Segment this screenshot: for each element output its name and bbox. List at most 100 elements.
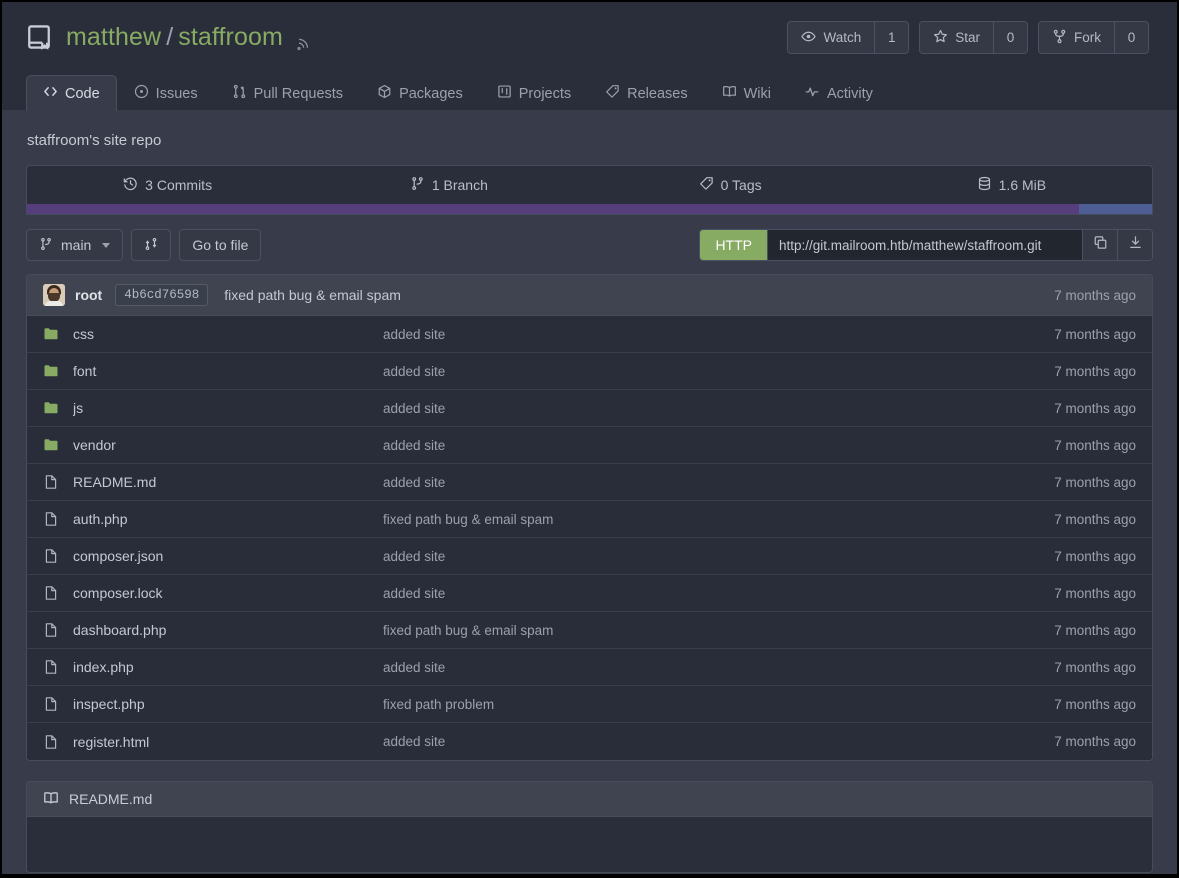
file-icon xyxy=(43,511,61,527)
stat-commits[interactable]: 3 Commits xyxy=(27,166,308,204)
star-count[interactable]: 0 xyxy=(993,22,1027,53)
stat-branches[interactable]: 1 Branch xyxy=(308,166,589,204)
file-name-link[interactable]: README.md xyxy=(73,474,383,490)
file-name-link[interactable]: composer.json xyxy=(73,548,383,564)
file-commit-message[interactable]: fixed path bug & email spam xyxy=(383,512,1054,527)
file-icon xyxy=(43,659,61,675)
tab-packages-label: Packages xyxy=(399,85,463,102)
tab-wiki[interactable]: Wiki xyxy=(705,75,788,111)
repo-stats-bar: 3 Commits 1 Branch 0 Tags 1.6 MiB xyxy=(26,165,1153,215)
table-row[interactable]: inspect.php fixed path problem 7 months ag… xyxy=(27,686,1152,723)
table-row[interactable]: index.php added site 7 months ago xyxy=(27,649,1152,686)
project-board-icon xyxy=(497,84,512,103)
repo-name-link[interactable]: staffroom xyxy=(178,23,283,52)
file-name-link[interactable]: css xyxy=(73,326,383,342)
tab-activity[interactable]: Activity xyxy=(788,75,890,111)
commit-message[interactable]: fixed path bug & email spam xyxy=(224,287,1054,303)
copy-icon xyxy=(1093,235,1108,255)
file-commit-message[interactable]: fixed path bug & email spam xyxy=(383,623,1054,638)
star-button[interactable]: Star xyxy=(920,22,993,53)
file-icon xyxy=(43,474,61,490)
stat-tags[interactable]: 0 Tags xyxy=(590,166,871,204)
fork-button[interactable]: Fork xyxy=(1039,22,1114,53)
fork-label: Fork xyxy=(1074,30,1101,45)
clone-protocol-http-button[interactable]: HTTP xyxy=(700,230,767,260)
tab-code-label: Code xyxy=(65,85,100,102)
file-commit-message[interactable]: added site xyxy=(383,401,1054,416)
file-commit-message[interactable]: added site xyxy=(383,734,1054,749)
table-row[interactable]: composer.lock added site 7 months ago xyxy=(27,575,1152,612)
file-commit-message[interactable]: added site xyxy=(383,364,1054,379)
watch-button[interactable]: Watch xyxy=(788,22,875,53)
fork-count[interactable]: 0 xyxy=(1114,22,1148,53)
tab-packages[interactable]: Packages xyxy=(360,75,480,111)
file-commit-age: 7 months ago xyxy=(1054,326,1136,342)
file-name-link[interactable]: auth.php xyxy=(73,511,383,527)
file-name-link[interactable]: index.php xyxy=(73,659,383,675)
file-commit-message[interactable]: added site xyxy=(383,475,1054,490)
file-commit-age: 7 months ago xyxy=(1054,548,1136,564)
copy-url-button[interactable] xyxy=(1082,230,1117,260)
file-name-link[interactable]: composer.lock xyxy=(73,585,383,601)
file-name-link[interactable]: register.html xyxy=(73,734,383,750)
history-clock-icon xyxy=(123,176,138,194)
tab-code[interactable]: Code xyxy=(26,75,117,111)
avatar[interactable] xyxy=(43,284,65,306)
file-commit-message[interactable]: added site xyxy=(383,327,1054,342)
file-commit-age: 7 months ago xyxy=(1054,363,1136,379)
language-segment-primary[interactable] xyxy=(27,204,1079,214)
file-commit-age: 7 months ago xyxy=(1054,696,1136,712)
tab-issues[interactable]: Issues xyxy=(117,75,215,111)
table-row[interactable]: font added site 7 months ago xyxy=(27,353,1152,390)
clone-url-input[interactable]: http://git.mailroom.htb/matthew/staffroo… xyxy=(767,230,1082,260)
database-icon xyxy=(977,176,992,194)
gitea-repository-page: matthew / staffroom Watch 1 Star 0 Fork … xyxy=(2,2,1177,874)
file-commit-message[interactable]: added site xyxy=(383,438,1054,453)
file-commit-age: 7 months ago xyxy=(1054,437,1136,453)
file-commit-age: 7 months ago xyxy=(1054,622,1136,638)
table-row[interactable]: vendor added site 7 months ago xyxy=(27,427,1152,464)
file-commit-age: 7 months ago xyxy=(1054,585,1136,601)
download-archive-button[interactable] xyxy=(1117,230,1152,260)
stat-size-label: 1.6 MiB xyxy=(998,177,1047,193)
watch-label: Watch xyxy=(823,30,862,45)
rss-icon[interactable] xyxy=(296,29,312,51)
file-name-link[interactable]: js xyxy=(73,400,383,416)
readme-panel: README.md xyxy=(26,781,1153,873)
eye-icon xyxy=(801,29,817,47)
table-row[interactable]: auth.php fixed path bug & email spam 7 mon… xyxy=(27,501,1152,538)
branch-icon xyxy=(39,237,53,254)
table-row[interactable]: README.md added site 7 months ago xyxy=(27,464,1152,501)
repo-book-icon xyxy=(26,24,52,50)
file-name-link[interactable]: inspect.php xyxy=(73,696,383,712)
watch-count[interactable]: 1 xyxy=(874,22,909,53)
star-label: Star xyxy=(955,30,980,45)
file-commit-message[interactable]: added site xyxy=(383,660,1054,675)
language-segment-secondary[interactable] xyxy=(1078,204,1152,214)
star-group: Star 0 xyxy=(919,21,1028,54)
tab-pull-requests-label: Pull Requests xyxy=(253,85,344,102)
table-row[interactable]: register.html added site 7 months ago xyxy=(27,723,1152,760)
file-commit-message[interactable]: fixed path problem xyxy=(383,697,1054,712)
file-commit-message[interactable]: added site xyxy=(383,549,1054,564)
table-row[interactable]: js added site 7 months ago xyxy=(27,390,1152,427)
compare-button[interactable] xyxy=(131,229,172,261)
tab-releases[interactable]: Releases xyxy=(588,75,704,111)
table-row[interactable]: css added site 7 months ago xyxy=(27,316,1152,353)
table-row[interactable]: dashboard.php fixed path bug & email spam… xyxy=(27,612,1152,649)
file-name-link[interactable]: dashboard.php xyxy=(73,622,383,638)
file-commit-message[interactable]: added site xyxy=(383,586,1054,601)
branch-selector-button[interactable]: main xyxy=(26,229,124,261)
repo-owner-link[interactable]: matthew xyxy=(66,23,161,52)
file-name-link[interactable]: vendor xyxy=(73,437,383,453)
tab-pull-requests[interactable]: Pull Requests xyxy=(215,75,360,111)
file-commit-age: 7 months ago xyxy=(1054,734,1136,749)
file-name-link[interactable]: font xyxy=(73,363,383,379)
repository-tabbar: Code Issues Pull Requests Packages Proje… xyxy=(2,72,1177,111)
go-to-file-button[interactable]: Go to file xyxy=(179,229,262,261)
commit-sha-link[interactable]: 4b6cd76598 xyxy=(115,284,209,306)
tab-projects[interactable]: Projects xyxy=(480,75,588,111)
table-row[interactable]: composer.json added site 7 months ago xyxy=(27,538,1152,575)
commit-author-link[interactable]: root xyxy=(75,287,102,303)
stat-size[interactable]: 1.6 MiB xyxy=(871,166,1152,204)
